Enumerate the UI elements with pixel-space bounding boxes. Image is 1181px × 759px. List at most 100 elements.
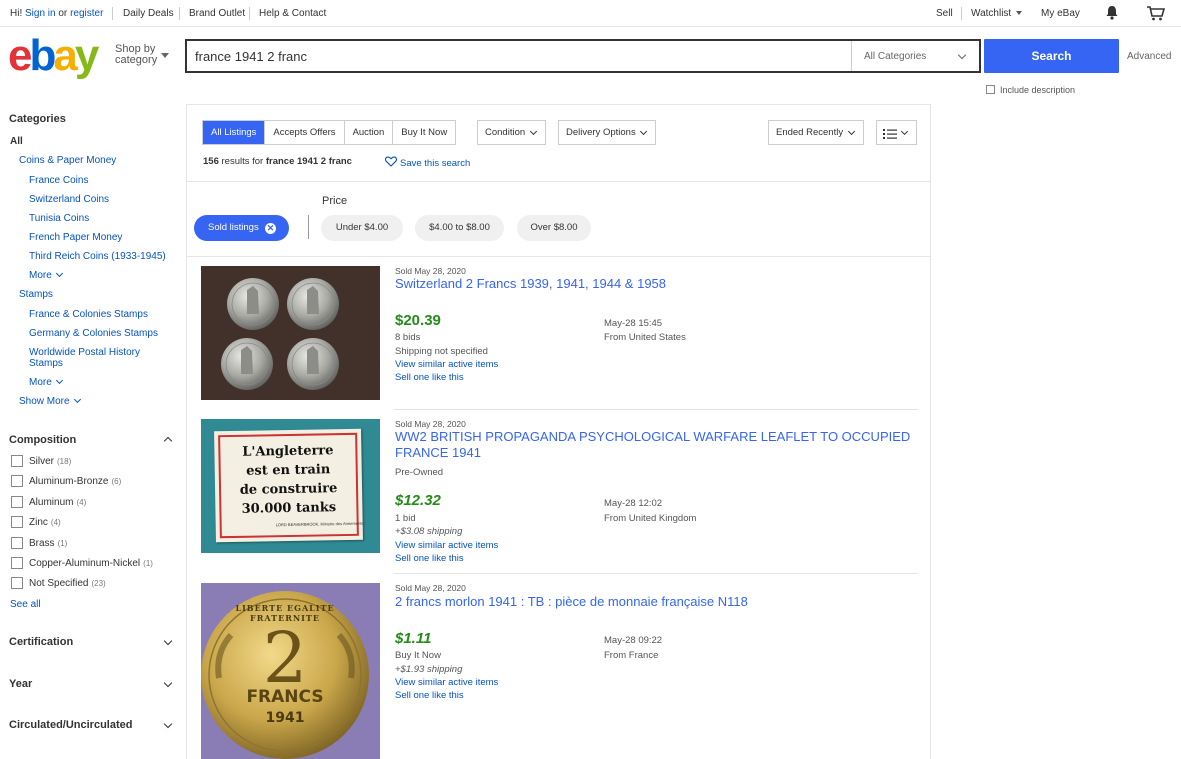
listing-location: From United Kingdom (604, 513, 697, 524)
category-france-colonies-stamps[interactable]: France & Colonies Stamps (29, 309, 148, 320)
sign-in-link[interactable]: Sign in (25, 8, 56, 19)
my-ebay-link[interactable]: My eBay (1041, 8, 1080, 19)
listing-title[interactable]: WW2 BRITISH PROPAGANDA PSYCHOLOGICAL WAR… (395, 429, 915, 461)
divider (249, 7, 250, 20)
listing-title[interactable]: Switzerland 2 Francs 1939, 1941, 1944 & … (395, 276, 915, 292)
view-similar-link[interactable]: View similar active items (395, 677, 498, 688)
category-worldwide-postal-history[interactable]: Worldwide Postal History Stamps (29, 347, 140, 369)
search-input[interactable] (195, 49, 835, 64)
circulated-heading[interactable]: Circulated/Uncirculated (9, 719, 132, 731)
view-toggle-dropdown[interactable] (876, 120, 917, 145)
category-tunisia-coins[interactable]: Tunisia Coins (29, 213, 89, 224)
tab-accepts-offers[interactable]: Accepts Offers (265, 121, 345, 144)
divider (961, 7, 962, 20)
show-more-link[interactable]: Show More (19, 395, 81, 407)
filter-checkbox-silver[interactable] (11, 455, 23, 467)
chevron-down-icon[interactable] (163, 636, 173, 646)
sell-link[interactable]: Sell (936, 8, 953, 19)
filter-checkbox-brass[interactable] (11, 537, 23, 549)
price-chip-4-to-8[interactable]: $4.00 to $8.00 (415, 215, 504, 241)
leaflet-line: est en train (246, 462, 331, 479)
filter-label-aluminum-bronze: Aluminum-Bronze (6) (29, 476, 121, 487)
sell-one-link[interactable]: Sell one like this (395, 553, 464, 564)
category-france-coins[interactable]: France Coins (29, 175, 88, 186)
filter-name: Silver (29, 456, 55, 467)
view-similar-link[interactable]: View similar active items (395, 359, 498, 370)
register-link[interactable]: register (70, 8, 103, 19)
coin-unit: FRANCS (246, 687, 324, 707)
include-description-checkbox[interactable] (986, 85, 995, 94)
brand-outlet-link[interactable]: Brand Outlet (189, 8, 245, 19)
filter-label-brass: Brass (1) (29, 538, 67, 549)
include-description-option[interactable]: Include description (986, 85, 1075, 95)
sold-listings-label: Sold listings (208, 222, 259, 233)
sold-date: Sold May 28, 2020 (395, 266, 466, 276)
filter-checkbox-aluminum[interactable] (11, 496, 23, 508)
listing-format: Buy It Now (395, 650, 441, 661)
shop-by-category-button[interactable]: Shop by category (115, 44, 157, 66)
category-select[interactable]: All Categories (851, 41, 979, 71)
category-french-paper-money[interactable]: French Paper Money (29, 232, 122, 243)
save-search-link[interactable]: Save this search (384, 156, 470, 169)
composition-heading[interactable]: Composition (9, 434, 76, 446)
tab-all-listings[interactable]: All Listings (203, 121, 266, 144)
category-switzerland-coins[interactable]: Switzerland Coins (29, 194, 109, 205)
chevron-down-icon[interactable] (163, 678, 173, 688)
condition-label: Condition (485, 127, 526, 138)
category-coins-paper-money[interactable]: Coins & Paper Money (19, 155, 116, 166)
delivery-options-dropdown[interactable]: Delivery Options (558, 120, 656, 145)
listing-shipping: Shipping not specified (395, 346, 488, 357)
sold-date: Sold May 28, 2020 (395, 419, 466, 429)
more-categories-link[interactable]: More (29, 269, 63, 281)
view-similar-link[interactable]: View similar active items (395, 540, 498, 551)
listing-shipping: +$3.08 shipping (395, 526, 463, 537)
tab-buy-it-now[interactable]: Buy It Now (393, 121, 455, 144)
search-button[interactable]: Search (984, 39, 1119, 73)
certification-heading[interactable]: Certification (9, 636, 73, 648)
filter-count: (23) (91, 579, 106, 588)
listing-title[interactable]: 2 francs morlon 1941 : TB : pièce de mon… (395, 594, 915, 610)
listing-price: $20.39 (395, 312, 441, 329)
listing-image[interactable]: L'Angleterre est en train de construire … (201, 419, 380, 553)
chevron-down-icon (639, 127, 648, 136)
filter-checkbox-aluminum-bronze[interactable] (11, 475, 23, 487)
chevron-up-icon[interactable] (163, 436, 173, 446)
category-germany-colonies-stamps[interactable]: Germany & Colonies Stamps (29, 328, 158, 339)
sold-listings-chip[interactable]: Sold listings ✕ (194, 215, 289, 241)
watchlist-link[interactable]: Watchlist (971, 8, 1022, 19)
condition-dropdown[interactable]: Condition (477, 120, 546, 145)
chevron-down-icon (55, 269, 63, 278)
watchlist-label: Watchlist (971, 8, 1012, 19)
sell-one-link[interactable]: Sell one like this (395, 372, 464, 383)
category-select-label: All Categories (864, 51, 927, 62)
category-third-reich-coins[interactable]: Third Reich Coins (1933-1945) (29, 251, 166, 262)
filter-checkbox-not-specified[interactable] (11, 577, 23, 589)
filter-checkbox-copper-aluminum-nickel[interactable] (11, 557, 23, 569)
chevron-down-icon (900, 127, 909, 136)
ebay-logo[interactable]: ebay (8, 34, 99, 78)
filter-label-silver: Silver (18) (29, 456, 71, 467)
price-chip-over-8[interactable]: Over $8.00 (517, 215, 591, 241)
category-stamps[interactable]: Stamps (19, 289, 53, 300)
cart-icon[interactable] (1146, 5, 1166, 24)
help-contact-link[interactable]: Help & Contact (259, 8, 326, 19)
price-chip-under-4[interactable]: Under $4.00 (321, 215, 403, 241)
tab-auction[interactable]: Auction (345, 121, 394, 144)
filter-checkbox-zinc[interactable] (11, 516, 23, 528)
listing-image[interactable] (201, 266, 380, 400)
listing-image[interactable]: LIBERTE EGALITE FRATERNITE 2 FRANCS 1941 (201, 583, 380, 759)
more-stamps-link[interactable]: More (29, 376, 63, 388)
advanced-search-link[interactable]: Advanced (1127, 51, 1171, 62)
price-filter-label: Price (322, 195, 348, 207)
divider (186, 256, 931, 257)
chevron-down-icon[interactable] (163, 719, 173, 729)
listing-price: $1.11 (395, 630, 432, 647)
bell-icon[interactable] (1105, 5, 1119, 23)
category-all[interactable]: All (10, 136, 23, 147)
sell-one-link[interactable]: Sell one like this (395, 690, 464, 701)
close-icon[interactable]: ✕ (265, 223, 276, 234)
daily-deals-link[interactable]: Daily Deals (123, 8, 174, 19)
year-heading[interactable]: Year (9, 678, 32, 690)
sort-dropdown[interactable]: Ended Recently (768, 120, 864, 145)
see-all-link[interactable]: See all (10, 599, 41, 610)
